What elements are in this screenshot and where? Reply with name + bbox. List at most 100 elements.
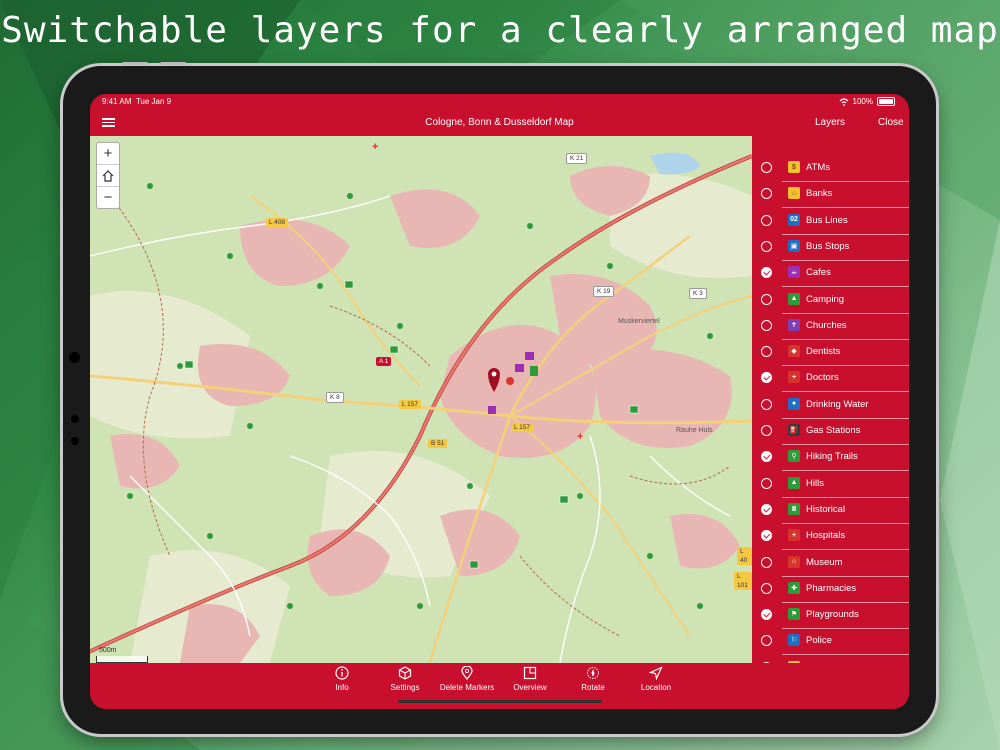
layer-label: Hiking Trails	[806, 451, 858, 463]
svg-text:+: +	[577, 431, 583, 443]
map-canvas[interactable]: + +	[90, 136, 752, 663]
location-arrow-icon	[649, 666, 663, 680]
headline: Switchable layers for a clearly arranged…	[1, 10, 999, 51]
road-label: B 51	[428, 439, 448, 448]
layer-item-banks[interactable]: ⌂ Banks	[752, 182, 909, 209]
layer-item-atms[interactable]: $ ATMs	[752, 156, 909, 182]
layer-label: Playgrounds	[806, 609, 859, 621]
layer-item-churches[interactable]: ✝ Churches	[752, 314, 909, 340]
layer-checkbox[interactable]	[761, 188, 772, 200]
layer-item-hiking-trails[interactable]: ⚲ Hiking Trails	[752, 445, 909, 472]
home-button[interactable]	[97, 165, 119, 187]
layer-checkbox[interactable]	[761, 398, 772, 410]
layer-checkbox[interactable]	[761, 556, 772, 568]
nav-title: Cologne, Bonn & Dusseldorf Map	[425, 117, 574, 128]
camera	[71, 415, 79, 423]
zoom-out-button[interactable]: −	[97, 187, 119, 208]
road-label: K 21	[566, 153, 588, 164]
toolbar-info-button[interactable]: Info	[307, 666, 377, 692]
atm-icon: $	[788, 161, 800, 173]
layer-checkbox[interactable]	[761, 372, 772, 384]
layer-item-postal-service[interactable]: ✉Postal Service	[752, 656, 909, 663]
toolbar-settings-button[interactable]: Settings	[370, 666, 440, 692]
status-bar: 9:41 AM Tue Jan 9 100%	[90, 94, 909, 110]
dentist-icon: ◆	[788, 345, 800, 358]
layer-item-museum[interactable]: ⌂ Museum	[752, 551, 909, 577]
pharmacy-icon: ✚	[788, 581, 800, 594]
camping-icon: ▲	[788, 292, 800, 305]
home-icon	[102, 169, 114, 182]
toolbar-rotate-button[interactable]: Rotate	[558, 666, 628, 692]
layer-checkbox[interactable]	[761, 582, 772, 594]
battery-indicator: 100%	[839, 97, 895, 106]
layer-label: Churches	[806, 319, 847, 331]
road-label: K 8	[326, 392, 344, 403]
layer-checkbox[interactable]	[761, 214, 772, 226]
layers-panel-title: Layers	[815, 117, 846, 128]
layer-checkbox[interactable]	[761, 162, 772, 173]
layer-checkbox[interactable]	[761, 635, 772, 647]
scale-label: 500m	[99, 647, 117, 654]
hiking-icon: ⚲	[788, 450, 800, 463]
layer-item-hills[interactable]: ▲ Hills	[752, 472, 909, 498]
layer-label: Pharmacies	[806, 582, 857, 594]
layer-checkbox[interactable]	[761, 425, 772, 436]
layer-item-police[interactable]: ⚐ Police	[752, 629, 909, 656]
bus-stop-icon: ▣	[788, 239, 800, 252]
status-date: Tue Jan 9	[135, 97, 172, 106]
layer-checkbox[interactable]	[761, 477, 772, 489]
layer-item-doctors[interactable]: + Doctors	[752, 366, 909, 393]
layer-item-pharmacies[interactable]: ✚ Pharmacies	[752, 577, 909, 603]
info-icon	[335, 666, 349, 680]
volume-button	[160, 62, 186, 65]
layer-label: Drinking Water	[806, 398, 869, 410]
marker-icon	[461, 666, 473, 680]
layer-item-hospitals[interactable]: + Hospitals	[752, 524, 909, 551]
museum-icon: ⌂	[788, 555, 800, 568]
layer-item-cafes[interactable]: ☕ Cafes	[752, 261, 909, 288]
toolbar-location-button[interactable]: Location	[621, 666, 691, 692]
layer-checkbox[interactable]	[761, 609, 772, 621]
layer-checkbox[interactable]	[761, 530, 772, 542]
close-button[interactable]: Close	[878, 117, 904, 128]
layer-label: Dentists	[806, 346, 841, 358]
layer-checkbox[interactable]	[761, 240, 772, 252]
layer-item-playgrounds[interactable]: ⚑ Playgrounds	[752, 603, 909, 630]
layers-panel: $ ATMs ⌂ Banks 02 Bus Lines ▣ Bus Stops ☕ Cafes ▲ C…	[752, 136, 909, 663]
navigation-bar: Cologne, Bonn & Dusseldorf Map Layers Cl…	[90, 110, 909, 136]
layer-item-historical[interactable]: Ⅱ Historical	[752, 498, 909, 524]
zoom-controls: + −	[96, 142, 120, 209]
toolbar-delete-markers-button[interactable]: Delete Markers	[432, 666, 502, 692]
battery-icon	[877, 97, 895, 106]
layer-item-drinking-water[interactable]: ● Drinking Water	[752, 393, 909, 419]
layer-label: Doctors	[806, 372, 839, 384]
svg-text:+: +	[372, 141, 378, 153]
layer-checkbox[interactable]	[761, 451, 772, 463]
layer-item-dentists[interactable]: ◆ Dentists	[752, 340, 909, 367]
layer-checkbox[interactable]	[761, 267, 772, 279]
road-label: K 19	[593, 286, 615, 297]
layer-item-camping[interactable]: ▲ Camping	[752, 288, 909, 314]
doctor-icon: +	[788, 371, 800, 384]
layer-checkbox[interactable]	[761, 293, 772, 305]
zoom-in-button[interactable]: +	[97, 143, 119, 165]
layer-item-gas-stations[interactable]: ⛽ Gas Stations	[752, 419, 909, 445]
toolbar-label: Overview	[513, 683, 547, 692]
road-label: L 157	[399, 400, 422, 409]
home-indicator	[398, 700, 602, 703]
layer-checkbox[interactable]	[761, 346, 772, 358]
toolbar-overview-button[interactable]: Overview	[495, 666, 565, 692]
layer-checkbox[interactable]	[761, 319, 772, 331]
map-view[interactable]: + + K 21 L 408 K 19 K 3 A 1 K 8 L 157 L 157 B 51…	[90, 136, 752, 663]
layer-item-bus-lines[interactable]: 02 Bus Lines	[752, 209, 909, 235]
layer-checkbox[interactable]	[761, 503, 772, 515]
layer-item-bus-stops[interactable]: ▣ Bus Stops	[752, 235, 909, 261]
hills-icon: ▲	[788, 476, 800, 489]
road-label: L 408	[266, 218, 289, 227]
hospital-icon: +	[788, 529, 800, 542]
toolbar-label: Info	[335, 683, 349, 692]
bank-icon: ⌂	[788, 187, 800, 200]
layer-label: ATMs	[806, 162, 831, 173]
camera	[69, 352, 80, 363]
place-label: Muskerviertel	[618, 318, 660, 325]
